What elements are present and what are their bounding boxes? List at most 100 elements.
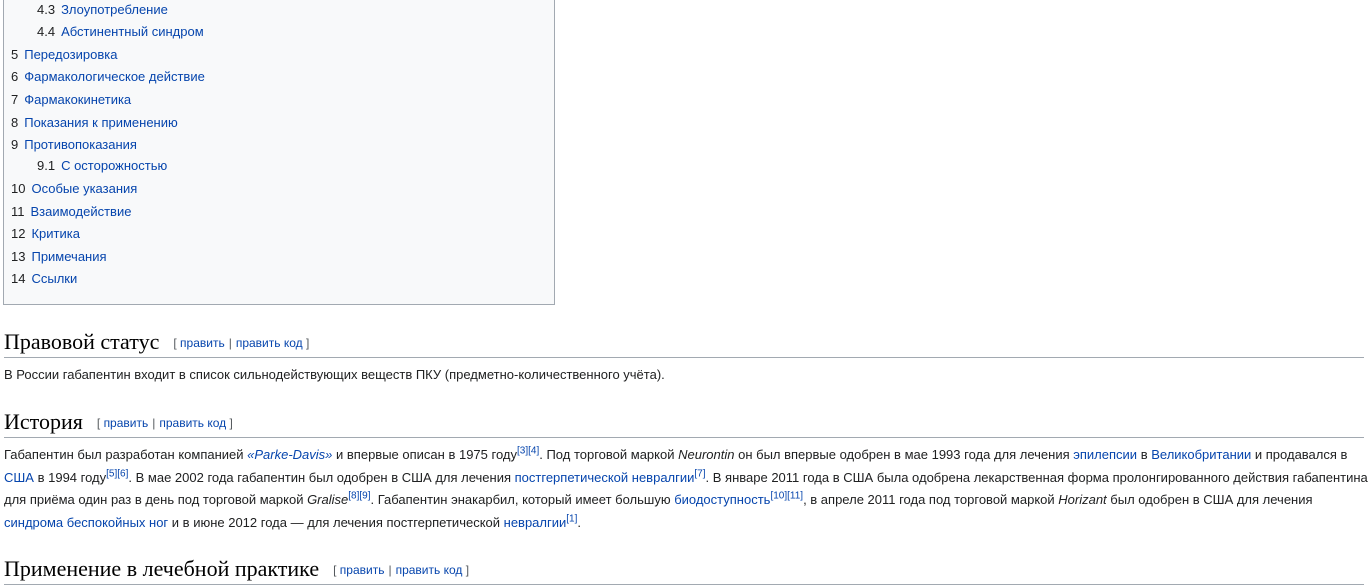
- toc-number: 10: [11, 181, 26, 196]
- edit-code-link[interactable]: править код: [236, 336, 303, 350]
- toc-number: 11: [11, 204, 25, 219]
- brand-horizant: Horizant: [1058, 492, 1107, 507]
- section-title: История: [4, 409, 83, 434]
- toc-number: 4.3: [37, 2, 56, 17]
- ref-5[interactable]: [5]: [106, 468, 117, 479]
- separator: |: [152, 416, 156, 430]
- toc-number: 9.1: [37, 158, 56, 173]
- legal-status-paragraph: В России габапентин входит в список силь…: [4, 367, 665, 382]
- bracket-open: [: [96, 416, 101, 430]
- ref-4[interactable]: [4]: [528, 446, 539, 457]
- toc-link[interactable]: Передозировка: [24, 47, 117, 62]
- toc-item-6[interactable]: 6 Фармакологическое действие: [11, 68, 205, 86]
- edit-link[interactable]: править: [340, 563, 385, 577]
- link-postherpetic-neuralgia[interactable]: постгерпетической невралгии: [515, 470, 695, 485]
- text: . Под торговой маркой: [539, 447, 679, 462]
- link-uk[interactable]: Великобритании: [1151, 447, 1251, 462]
- text: .: [577, 514, 582, 530]
- separator: |: [388, 563, 392, 577]
- toc-link[interactable]: Противопоказания: [24, 137, 137, 152]
- toc-item-11[interactable]: 11 Взаимодействие: [11, 203, 131, 221]
- ref-9[interactable]: [9]: [359, 491, 370, 502]
- link-neuralgia[interactable]: невралгии: [504, 515, 567, 530]
- toc-link[interactable]: Взаимодействие: [31, 204, 132, 219]
- history-paragraph: Габапентин был разработан компанией «Par…: [4, 444, 1368, 534]
- section-title: Правовой статус: [4, 329, 160, 354]
- section-title: Применение в лечебной практике: [4, 556, 320, 581]
- brand-gralise: Gralise: [307, 492, 349, 507]
- toc-link[interactable]: Критика: [31, 226, 79, 241]
- ref-1[interactable]: [1]: [566, 513, 577, 524]
- text: в 1994 году: [33, 469, 107, 485]
- ref-3[interactable]: [3]: [517, 446, 528, 457]
- text: он был впервые одобрен в мае 1993 года д…: [734, 447, 1074, 462]
- ref-11[interactable]: [11]: [787, 491, 803, 502]
- bracket-open: [: [173, 336, 177, 350]
- toc-link[interactable]: С осторожностью: [61, 158, 167, 173]
- toc-link[interactable]: Злоупотребление: [61, 2, 168, 17]
- separator: |: [228, 336, 232, 350]
- toc-item-9[interactable]: 9 Противопоказания: [11, 136, 137, 154]
- ref-8[interactable]: [8]: [348, 491, 359, 502]
- toc-link[interactable]: Ссылки: [31, 271, 77, 286]
- table-of-contents: 4.3 Злоупотребление 4.4 Абстинентный синдр…: [3, 0, 555, 305]
- toc-item-14[interactable]: 14 Ссылки: [11, 270, 77, 288]
- ref-7[interactable]: [7]: [694, 468, 705, 479]
- edit-code-link[interactable]: править код: [159, 416, 226, 430]
- toc-item-10[interactable]: 10 Особые указания: [11, 180, 137, 198]
- edit-code-link[interactable]: править код: [396, 563, 463, 577]
- toc-link[interactable]: Фармакокинетика: [24, 92, 131, 107]
- toc-item-4-3[interactable]: 4.3 Злоупотребление: [37, 1, 168, 19]
- toc-link[interactable]: Показания к применению: [24, 115, 178, 130]
- toc-number: 4.4: [37, 24, 56, 39]
- bracket-close: ]: [229, 416, 233, 430]
- toc-item-5[interactable]: 5 Передозировка: [11, 46, 117, 64]
- section-heading-clinical-use: Применение в лечебной практике [ править |…: [4, 556, 1364, 585]
- bracket-close: ]: [305, 336, 310, 350]
- section-heading-legal-status: Правовой статус [ править | править код ]: [4, 329, 1364, 358]
- text: . В мае 2002 года габапентин был одобрен…: [128, 469, 515, 485]
- text: в: [1137, 447, 1152, 462]
- edit-section-links: [ править | править код ]: [173, 336, 309, 350]
- link-restless-legs[interactable]: синдрома беспокойных ног: [4, 515, 168, 530]
- toc-item-12[interactable]: 12 Критика: [11, 225, 80, 243]
- toc-item-4-4[interactable]: 4.4 Абстинентный синдром: [37, 23, 204, 41]
- edit-section-links: [ править | править код ]: [97, 416, 233, 430]
- edit-section-links: [ править | править код ]: [333, 563, 469, 577]
- toc-number: 8: [11, 115, 19, 130]
- text: и в июне 2012 года — для лечения постгер…: [168, 514, 504, 530]
- toc-number: 5: [11, 47, 19, 62]
- bracket-close: ]: [465, 563, 470, 577]
- text: был одобрен в США для лечения: [1106, 492, 1313, 507]
- toc-item-9-1[interactable]: 9.1 С осторожностью: [37, 157, 167, 175]
- toc-number: 13: [11, 249, 26, 264]
- toc-number: 12: [11, 226, 26, 241]
- brand-neurontin: Neurontin: [678, 447, 735, 462]
- bracket-open: [: [333, 563, 337, 577]
- toc-item-7[interactable]: 7 Фармакокинетика: [11, 91, 131, 109]
- toc-number: 7: [11, 92, 19, 107]
- toc-number: 6: [11, 69, 19, 84]
- toc-link[interactable]: Примечания: [31, 249, 106, 264]
- ref-10[interactable]: [10]: [770, 491, 787, 502]
- link-bioavailability[interactable]: биодоступность: [674, 492, 770, 507]
- toc-number: 14: [11, 271, 26, 286]
- text: и впервые описан в 1975 году: [332, 447, 517, 462]
- link-epilepsy[interactable]: эпилепсии: [1073, 447, 1137, 462]
- toc-link[interactable]: Абстинентный синдром: [61, 24, 204, 39]
- toc-number: 9: [11, 137, 19, 152]
- text: , в апреле 2011 года под торговой маркой: [803, 492, 1059, 507]
- edit-link[interactable]: править: [104, 416, 149, 430]
- toc-item-13[interactable]: 13 Примечания: [11, 248, 107, 266]
- ref-6[interactable]: [6]: [117, 468, 128, 479]
- text: Габапентин был разработан компанией: [4, 447, 248, 462]
- link-usa[interactable]: США: [4, 470, 34, 485]
- edit-link[interactable]: править: [180, 336, 225, 350]
- toc-link[interactable]: Фармакологическое действие: [24, 69, 205, 84]
- toc-item-8[interactable]: 8 Показания к применению: [11, 114, 178, 132]
- text: и продавался в: [1251, 447, 1348, 462]
- link-parke-davis[interactable]: «Parke-Davis»: [247, 447, 332, 462]
- section-heading-history: История [ править | править код ]: [4, 409, 1364, 438]
- text: . Габапентин энакарбил, который имеет бо…: [370, 492, 675, 507]
- toc-link[interactable]: Особые указания: [31, 181, 137, 196]
